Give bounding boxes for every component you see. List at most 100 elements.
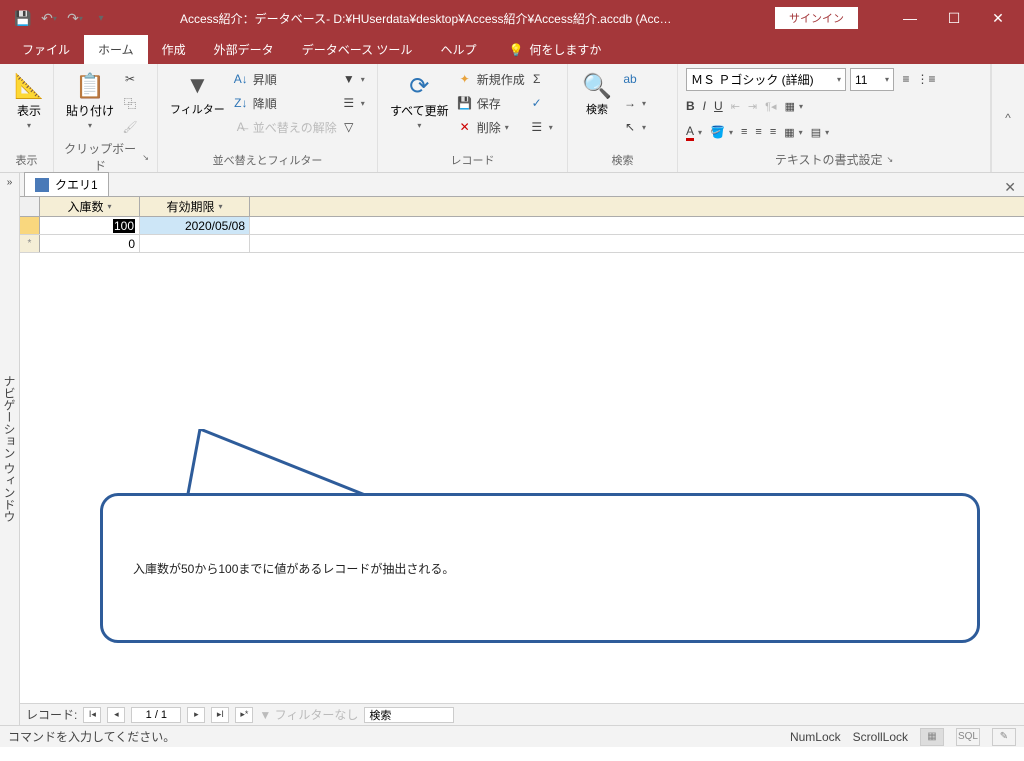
- select-all-corner[interactable]: [20, 197, 40, 216]
- select-button[interactable]: ↖▾: [622, 116, 646, 138]
- first-record-button[interactable]: I◂: [83, 707, 101, 723]
- group-find-label: 検索: [576, 150, 669, 172]
- new-record-nav-button[interactable]: ▸*: [235, 707, 253, 723]
- cut-button[interactable]: ✂: [122, 68, 138, 90]
- close-button[interactable]: ✕: [976, 0, 1020, 36]
- funnel-icon: ▼: [181, 70, 213, 102]
- find-button[interactable]: 🔍 検索: [576, 68, 618, 119]
- query-icon: [35, 178, 49, 192]
- main-area: » ナビゲーション ウィンドウ クエリ1 ✕ 入庫数 ▾ 有効期限 ▾ 100 …: [0, 173, 1024, 725]
- title-bar: 💾 ↶▾ ↷▾ ▾ Access紹介：データベース- D:¥HUserdata¥…: [0, 0, 1024, 36]
- paste-button[interactable]: 📋 貼り付け▾: [62, 68, 118, 134]
- expand-icon[interactable]: »: [7, 177, 13, 188]
- selection-filter-button[interactable]: ▼▾: [341, 68, 365, 90]
- bold-button[interactable]: B: [686, 95, 695, 117]
- align-left-button[interactable]: ≡: [741, 121, 747, 143]
- align-center-button[interactable]: ≡: [755, 121, 761, 143]
- indent-right-button[interactable]: ⇥: [748, 95, 757, 117]
- tab-create[interactable]: 作成: [148, 35, 200, 64]
- record-navigator: レコード: I◂ ◂ ▸ ▸I ▸* ▼ フィルターなし: [20, 703, 1024, 725]
- delete-record-button[interactable]: ✕削除 ▾: [457, 116, 525, 138]
- prev-record-button[interactable]: ◂: [107, 707, 125, 723]
- last-record-button[interactable]: ▸I: [211, 707, 229, 723]
- fill-color-button[interactable]: 🪣▾: [710, 121, 733, 143]
- document-tabs: クエリ1 ✕: [20, 173, 1024, 197]
- filter-button[interactable]: ▼ フィルター: [166, 68, 229, 119]
- redo-icon[interactable]: ↷▾: [64, 7, 86, 29]
- numbering-icon: ⋮≡: [918, 71, 934, 87]
- replace-button[interactable]: ab: [622, 68, 646, 90]
- new-record-button[interactable]: ✦新規作成: [457, 68, 525, 90]
- dialog-launcher-icon[interactable]: ↘: [142, 153, 149, 162]
- replace-icon: ab: [622, 71, 638, 87]
- filter-status: ▼ フィルターなし: [259, 706, 358, 723]
- toggle-filter-button[interactable]: ▽: [341, 116, 365, 138]
- minimize-button[interactable]: —: [888, 0, 932, 36]
- cell[interactable]: [140, 235, 250, 252]
- cell[interactable]: 100: [40, 217, 140, 234]
- rtl-button[interactable]: ¶◂: [765, 95, 776, 117]
- goto-icon: →: [622, 95, 638, 111]
- italic-button[interactable]: I: [703, 95, 706, 117]
- tab-query1[interactable]: クエリ1: [24, 172, 109, 196]
- underline-button[interactable]: U: [714, 95, 723, 117]
- view-button[interactable]: 📐 表示▾: [8, 68, 50, 134]
- bullets-icon: ≡: [898, 71, 914, 87]
- align-box-button[interactable]: ▦▾: [785, 95, 803, 117]
- signin-button[interactable]: サインイン: [775, 7, 858, 29]
- advanced-filter-button[interactable]: ☰▾: [341, 92, 365, 114]
- format-painter-button[interactable]: 🖌: [122, 116, 138, 138]
- column-header-有効期限[interactable]: 有効期限 ▾: [140, 197, 250, 216]
- font-size-combo[interactable]: 11▾: [850, 68, 894, 91]
- next-record-button[interactable]: ▸: [187, 707, 205, 723]
- save-record-button[interactable]: 💾保存: [457, 92, 525, 114]
- sort-desc-button[interactable]: Z↓降順: [233, 92, 337, 114]
- totals-button[interactable]: Σ: [529, 68, 553, 90]
- font-family-combo[interactable]: ＭＳ Ｐゴシック (詳細)▾: [686, 68, 846, 91]
- advanced-icon: ☰: [341, 95, 357, 111]
- row-selector-new[interactable]: *: [20, 235, 40, 252]
- sort-asc-button[interactable]: A↓昇順: [233, 68, 337, 90]
- tab-help[interactable]: ヘルプ: [426, 35, 490, 64]
- undo-icon[interactable]: ↶▾: [38, 7, 60, 29]
- selection-icon: ▼: [341, 71, 357, 87]
- datasheet-view-button[interactable]: ▦: [920, 728, 944, 746]
- record-search-input[interactable]: [364, 707, 454, 723]
- numbering-button[interactable]: ⋮≡: [918, 68, 934, 90]
- navigation-pane[interactable]: » ナビゲーション ウィンドウ: [0, 173, 20, 725]
- save-icon[interactable]: 💾: [12, 7, 34, 29]
- tab-file[interactable]: ファイル: [8, 35, 84, 64]
- tell-me[interactable]: 💡何をしますか: [498, 35, 611, 64]
- dialog-launcher-icon[interactable]: ↘: [886, 155, 893, 164]
- more-records-button[interactable]: ☰▾: [529, 116, 553, 138]
- close-tab-button[interactable]: ✕: [996, 179, 1024, 196]
- copy-button[interactable]: ⿻: [122, 92, 138, 114]
- align-right-button[interactable]: ≡: [770, 121, 776, 143]
- maximize-button[interactable]: ☐: [932, 0, 976, 36]
- alt-row-color-button[interactable]: ▤▾: [811, 121, 829, 143]
- refresh-all-button[interactable]: ⟳ すべて更新▾: [386, 68, 453, 134]
- record-position-input[interactable]: [131, 707, 181, 723]
- design-view-button[interactable]: ✎: [992, 728, 1016, 746]
- collapse-ribbon-button[interactable]: ^: [998, 108, 1018, 128]
- cell[interactable]: 0: [40, 235, 140, 252]
- font-color-button[interactable]: A▾: [686, 121, 702, 143]
- brush-icon: 🖌: [122, 119, 138, 135]
- row-selector[interactable]: [20, 217, 40, 234]
- spelling-button[interactable]: ✓: [529, 92, 553, 114]
- window-title: Access紹介：データベース- D:¥HUserdata¥desktop¥Ac…: [120, 10, 775, 27]
- gridlines-button[interactable]: ▦▾: [784, 121, 802, 143]
- cursor-icon: ↖: [622, 119, 638, 135]
- clear-sort-button[interactable]: A̶並べ替えの解除: [233, 116, 337, 138]
- tab-external-data[interactable]: 外部データ: [200, 35, 288, 64]
- goto-button[interactable]: →▾: [622, 92, 646, 114]
- indent-left-button[interactable]: ⇤: [731, 95, 740, 117]
- tab-home[interactable]: ホーム: [84, 35, 148, 64]
- tab-database-tools[interactable]: データベース ツール: [288, 35, 427, 64]
- sql-view-button[interactable]: SQL: [956, 728, 980, 746]
- bullets-button[interactable]: ≡: [898, 68, 914, 90]
- sort-desc-icon: Z↓: [233, 95, 249, 111]
- cell[interactable]: 2020/05/08: [140, 217, 250, 234]
- qat-customize-icon[interactable]: ▾: [90, 7, 112, 29]
- column-header-入庫数[interactable]: 入庫数 ▾: [40, 197, 140, 216]
